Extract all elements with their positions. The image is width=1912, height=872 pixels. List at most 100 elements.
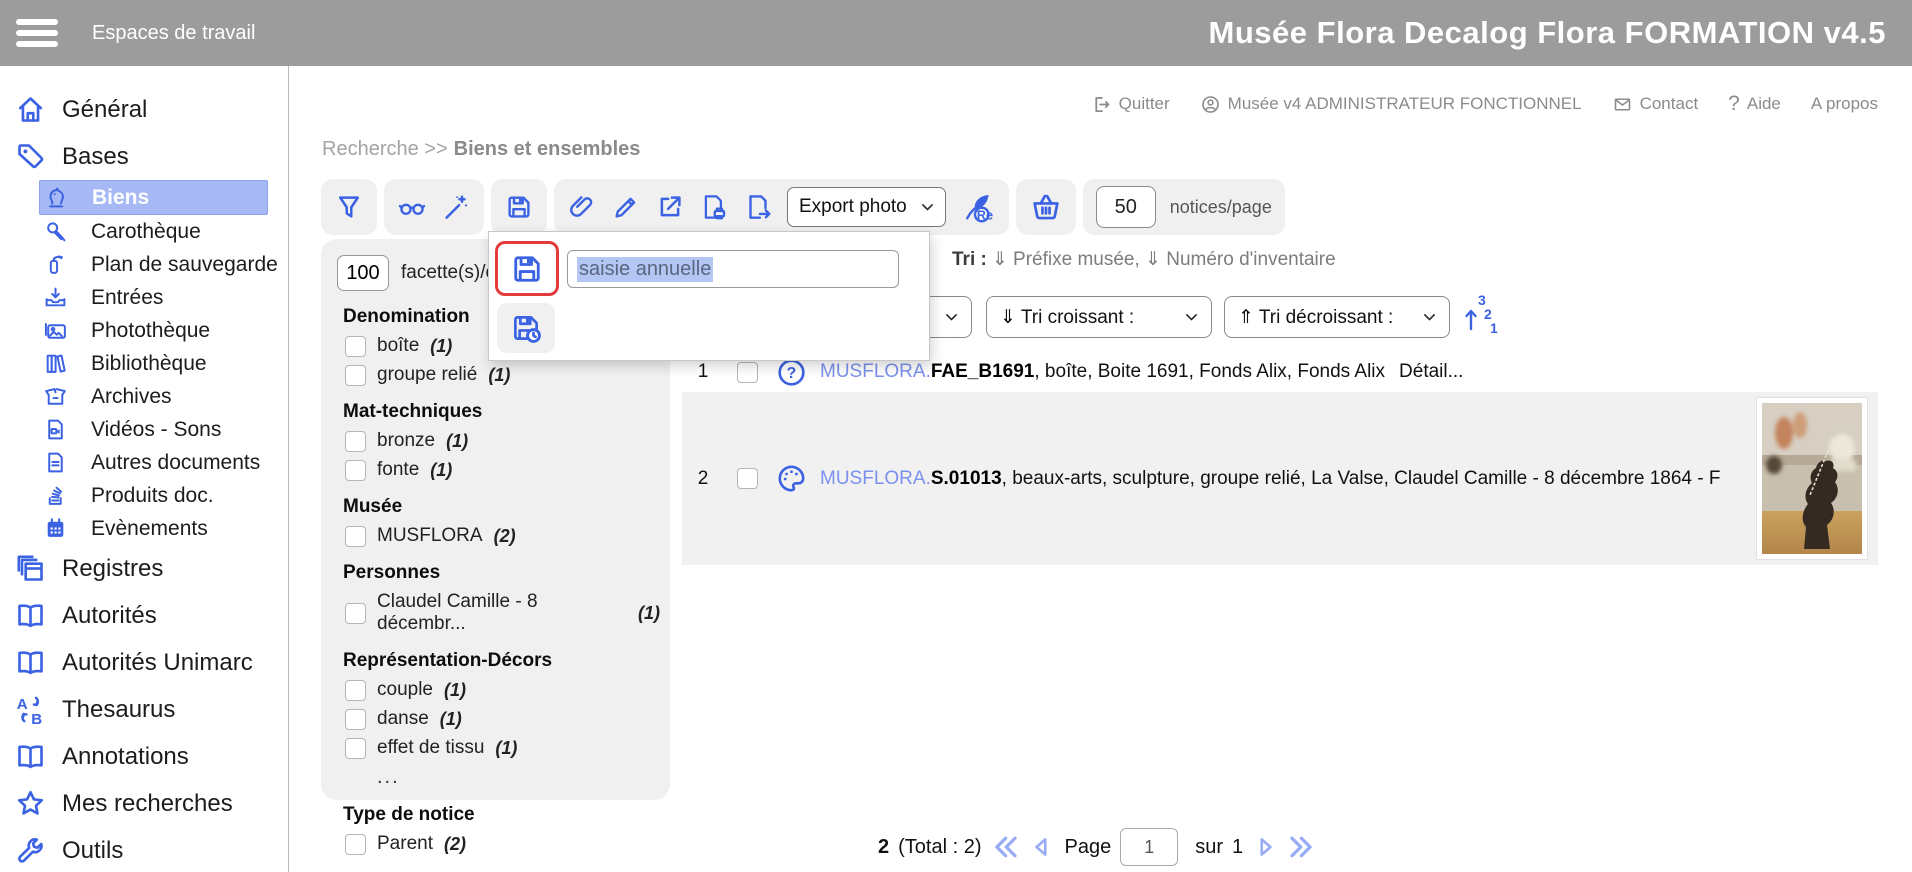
help-link[interactable]: ? Aide: [1728, 92, 1781, 116]
sidebar-item-thesaurus[interactable]: AB Thesaurus: [0, 686, 288, 733]
basket-icon: [1029, 190, 1063, 224]
sort-summary: Tri :⇓ Préfixe musée, ⇓ Numéro d'inventa…: [952, 248, 1336, 271]
sidebar-item-phototheque[interactable]: Photothèque: [39, 314, 288, 347]
hamburger-menu-icon[interactable]: [16, 14, 58, 52]
glasses-icon[interactable]: [397, 192, 427, 222]
breadcrumb-section: Recherche >>: [322, 138, 448, 160]
notices-per-page-input[interactable]: [1096, 186, 1156, 228]
user-account-link[interactable]: Musée v4 ADMINISTRATEUR FONCTIONNEL: [1200, 94, 1582, 115]
sidebar-item-annotations[interactable]: Annotations: [0, 733, 288, 780]
result-number: 1: [695, 361, 711, 383]
registers-icon: [14, 552, 47, 585]
picture-icon: [43, 318, 68, 343]
envelope-icon: [1612, 94, 1633, 115]
svg-text:1: 1: [1490, 320, 1498, 336]
external-link-icon[interactable]: [655, 192, 685, 222]
search-name-input[interactable]: saisie annuelle: [567, 250, 899, 288]
facet-count-input[interactable]: [337, 255, 389, 291]
first-page-icon[interactable]: [990, 832, 1020, 862]
facet-checkbox-fonte[interactable]: fonte(1): [345, 459, 660, 481]
sidebar-item-produits-doc[interactable]: Produits doc.: [39, 479, 288, 512]
checkbox[interactable]: [345, 431, 366, 452]
sidebar-item-registres[interactable]: Registres: [0, 545, 288, 592]
record-link[interactable]: MUSFLORA.: [820, 361, 931, 382]
sidebar-item-outils[interactable]: Outils: [0, 827, 288, 872]
sidebar-item-videos-sons[interactable]: Vidéos - Sons: [39, 413, 288, 446]
actions-group: Export photo Re: [554, 179, 1009, 235]
sort-321-icon[interactable]: 321: [1462, 291, 1500, 337]
facet-checkbox-couple[interactable]: couple(1): [345, 679, 660, 701]
quit-link[interactable]: Quitter: [1091, 94, 1170, 115]
magic-wand-icon[interactable]: [441, 192, 471, 222]
facet-checkbox-danse[interactable]: danse(1): [345, 708, 660, 730]
next-page-icon[interactable]: [1252, 834, 1278, 860]
sidebar-item-carotheque[interactable]: Carothèque: [39, 215, 288, 248]
open-book-icon: [14, 740, 47, 773]
checkbox[interactable]: [345, 680, 366, 701]
facet-checkbox-parent[interactable]: Parent(2): [345, 833, 660, 855]
contact-link[interactable]: Contact: [1612, 94, 1699, 115]
sidebar-item-evenements[interactable]: Evènements: [39, 512, 288, 545]
facet-checkbox-effet-tissu[interactable]: effet de tissu(1): [345, 737, 660, 759]
palette-icon[interactable]: [775, 462, 808, 495]
svg-text:Re: Re: [977, 207, 993, 222]
sidebar-item-bibliotheque[interactable]: Bibliothèque: [39, 347, 288, 380]
checkbox[interactable]: [345, 738, 366, 759]
sort-descending-select[interactable]: ⇑ Tri décroissant :: [1224, 296, 1450, 338]
previous-page-icon[interactable]: [1029, 834, 1055, 860]
question-mark-icon: ?: [1728, 92, 1740, 116]
of-label: sur: [1195, 836, 1223, 859]
basket-button[interactable]: [1016, 179, 1076, 235]
save-confirm-button[interactable]: [495, 241, 559, 296]
export-photo-select[interactable]: Export photo: [787, 187, 946, 227]
sidebar-item-mes-recherches[interactable]: Mes recherches: [0, 780, 288, 827]
facet-checkbox-claudel[interactable]: Claudel Camille - 8 décembr...(1): [345, 591, 660, 635]
notices-per-page-label: notices/page: [1170, 197, 1272, 218]
sidebar-item-entrees[interactable]: Entrées: [39, 281, 288, 314]
facet-group-title: Représentation-Décors: [343, 650, 660, 672]
sort-ascending-select[interactable]: ⇓ Tri croissant :: [986, 296, 1212, 338]
sidebar-item-biens[interactable]: Biens: [39, 180, 268, 215]
workspace-label[interactable]: Espaces de travail: [92, 22, 255, 45]
document-print-icon[interactable]: [699, 192, 729, 222]
about-link[interactable]: A propos: [1811, 94, 1878, 114]
document-export-icon[interactable]: [743, 192, 773, 222]
result-thumbnail[interactable]: [1756, 397, 1868, 560]
checkbox[interactable]: [345, 526, 366, 547]
app-title: Musée Flora Decalog Flora FORMATION v4.5: [1209, 0, 1886, 66]
checkbox[interactable]: [345, 365, 366, 386]
inbox-download-icon: [43, 285, 68, 310]
pencil-icon[interactable]: [611, 192, 641, 222]
sidebar-item-plan-sauvegarde[interactable]: Plan de sauvegarde: [39, 248, 288, 281]
save-scheduled-button[interactable]: [497, 303, 555, 353]
facet-checkbox-bronze[interactable]: bronze(1): [345, 430, 660, 452]
record-link[interactable]: MUSFLORA.: [820, 468, 931, 489]
paperclip-icon[interactable]: [567, 192, 597, 222]
result-row[interactable]: 2 MUSFLORA.S.01013, beaux-arts, sculptur…: [682, 392, 1878, 565]
checkbox[interactable]: [345, 460, 366, 481]
facet-checkbox-musflora[interactable]: MUSFLORA(2): [345, 525, 660, 547]
sidebar-item-archives[interactable]: Archives: [39, 380, 288, 413]
notices-per-page-group: notices/page: [1083, 179, 1285, 235]
page-input[interactable]: [1120, 828, 1178, 866]
save-search-button[interactable]: [491, 179, 547, 235]
re-feather-icon[interactable]: Re: [960, 189, 996, 225]
sidebar-item-general[interactable]: Général: [0, 86, 288, 133]
facet-more-link[interactable]: ...: [377, 766, 660, 789]
filter-button[interactable]: [321, 179, 377, 235]
sidebar-item-autres-documents[interactable]: Autres documents: [39, 446, 288, 479]
result-detail-link[interactable]: Détail...: [1399, 361, 1463, 383]
checkbox[interactable]: [345, 603, 366, 624]
facet-checkbox-groupe-relie[interactable]: groupe relié(1): [345, 364, 660, 386]
sidebar-item-autorites-unimarc[interactable]: Autorités Unimarc: [0, 639, 288, 686]
breadcrumb: Recherche >>Biens et ensembles: [322, 138, 640, 161]
sidebar-item-autorites[interactable]: Autorités: [0, 592, 288, 639]
sidebar-item-bases[interactable]: Bases: [0, 133, 288, 180]
result-checkbox[interactable]: [737, 362, 758, 383]
last-page-icon[interactable]: [1287, 832, 1317, 862]
result-checkbox[interactable]: [737, 468, 758, 489]
last-page-number: 1: [1232, 836, 1243, 859]
checkbox[interactable]: [345, 834, 366, 855]
checkbox[interactable]: [345, 336, 366, 357]
checkbox[interactable]: [345, 709, 366, 730]
